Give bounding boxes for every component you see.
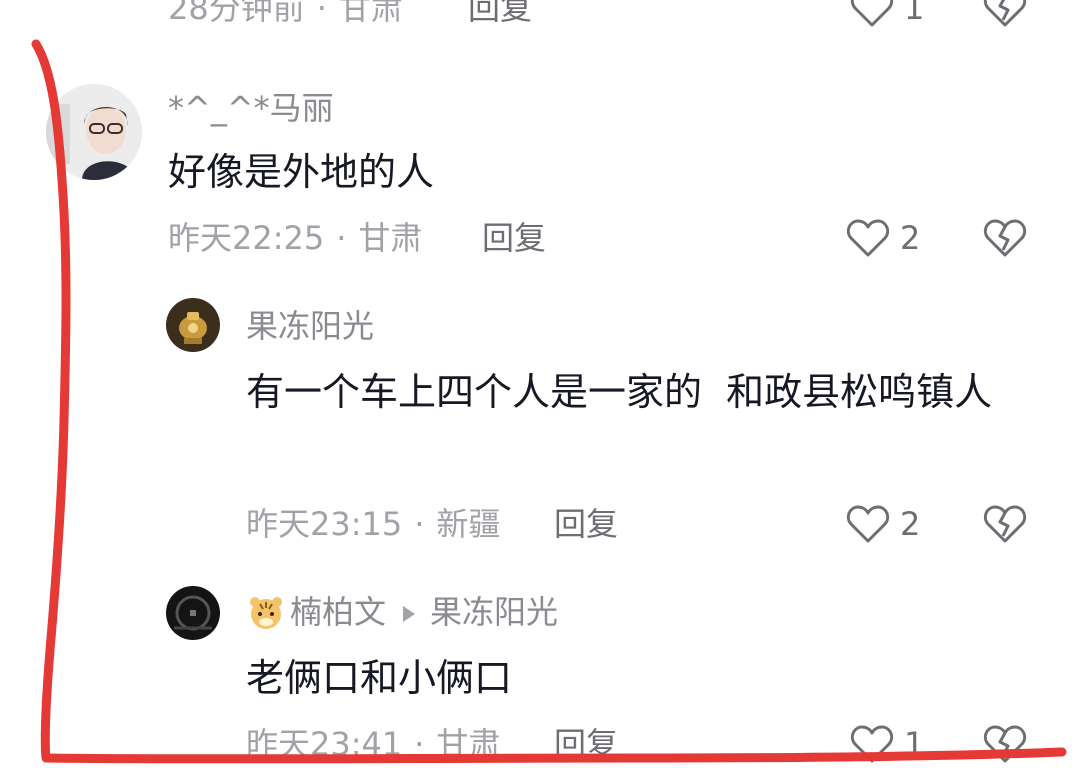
top-comment-reply-button[interactable]: 回复: [468, 0, 532, 28]
user-avatar-image: [46, 84, 142, 180]
heart-outline-icon: [846, 505, 890, 543]
heart-outline-icon: [846, 219, 890, 257]
like-button[interactable]: 1: [850, 724, 924, 764]
user-avatar-image: [166, 586, 220, 640]
comment-meta: 昨天23:15 · 新疆: [246, 505, 501, 543]
like-button[interactable]: 2: [846, 504, 920, 544]
top-comment-location: 甘肃: [338, 0, 403, 27]
top-comment-like-count: 1: [904, 0, 925, 27]
top-comment-dislike-button[interactable]: [982, 0, 1028, 32]
dislike-button[interactable]: [982, 504, 1028, 548]
top-comment-like-button[interactable]: 1: [850, 0, 924, 28]
comment-time: 昨天23:41: [246, 725, 403, 763]
comment-username-line: 楠柏文 果冻阳光: [246, 592, 558, 632]
dislike-button[interactable]: [982, 218, 1028, 262]
broken-heart-icon: [983, 0, 1027, 27]
broken-heart-icon: [983, 219, 1027, 257]
comment-username[interactable]: *^_^*马丽: [168, 88, 334, 128]
like-count: 2: [900, 219, 921, 257]
comment-location: 新疆: [436, 505, 501, 543]
user-avatar-image: [166, 298, 220, 352]
comment-text: 老俩口和小俩口: [246, 656, 513, 700]
comment-location: 甘肃: [358, 219, 423, 257]
comment-meta: 昨天22:25 · 甘肃: [168, 219, 423, 257]
comment-text: 好像是外地的人: [168, 150, 435, 194]
broken-heart-icon: [983, 725, 1027, 763]
reply-button[interactable]: 回复: [554, 724, 618, 764]
reply-button[interactable]: 回复: [554, 504, 618, 544]
dislike-button[interactable]: [982, 724, 1028, 768]
reply-target-username[interactable]: 果冻阳光: [430, 592, 558, 632]
avatar[interactable]: [166, 298, 220, 352]
tiger-emoji-icon: [246, 592, 286, 632]
comment-time: 昨天22:25: [168, 219, 325, 257]
comment-username[interactable]: 楠柏文: [290, 592, 386, 632]
comment-text: 有一个车上四个人是一家的 和政县松鸣镇人: [246, 370, 993, 414]
heart-outline-icon: [850, 0, 894, 27]
comment-location: 甘肃: [436, 725, 501, 763]
top-comment-time: 28分钟前: [168, 0, 305, 27]
heart-outline-icon: [850, 725, 894, 763]
like-button[interactable]: 2: [846, 218, 920, 258]
comment-meta: 昨天23:41 · 甘肃: [246, 725, 501, 763]
like-count: 1: [904, 725, 925, 763]
play-triangle-icon: [402, 592, 416, 632]
comment-time: 昨天23:15: [246, 505, 403, 543]
avatar[interactable]: [46, 84, 142, 180]
comment-username[interactable]: 果冻阳光: [246, 306, 374, 346]
avatar[interactable]: [166, 586, 220, 640]
top-comment-meta: 28分钟前 · 甘肃: [168, 0, 403, 28]
reply-button[interactable]: 回复: [482, 218, 546, 258]
broken-heart-icon: [983, 505, 1027, 543]
like-count: 2: [900, 505, 921, 543]
